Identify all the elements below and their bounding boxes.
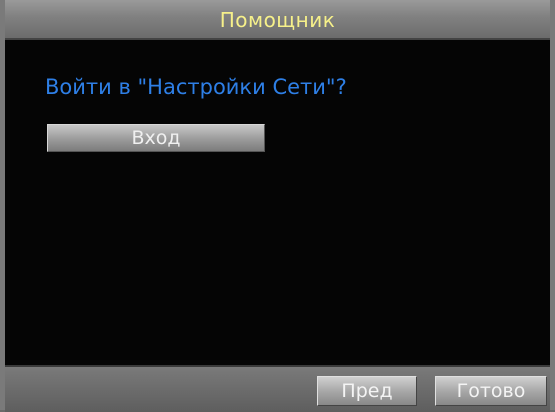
dialog-title: Помощник [219, 8, 336, 32]
previous-button[interactable]: Пред [317, 376, 417, 406]
title-bar: Помощник [5, 0, 550, 40]
dialog-body: Войти в "Настройки Сети"? Вход [5, 40, 550, 365]
dialog-footer: Пред Готово [5, 365, 550, 412]
enter-button[interactable]: Вход [47, 124, 265, 152]
network-settings-prompt: Войти в "Настройки Сети"? [45, 75, 347, 99]
done-button[interactable]: Готово [435, 376, 547, 406]
wizard-dialog: Помощник Войти в "Настройки Сети"? Вход … [0, 0, 555, 412]
